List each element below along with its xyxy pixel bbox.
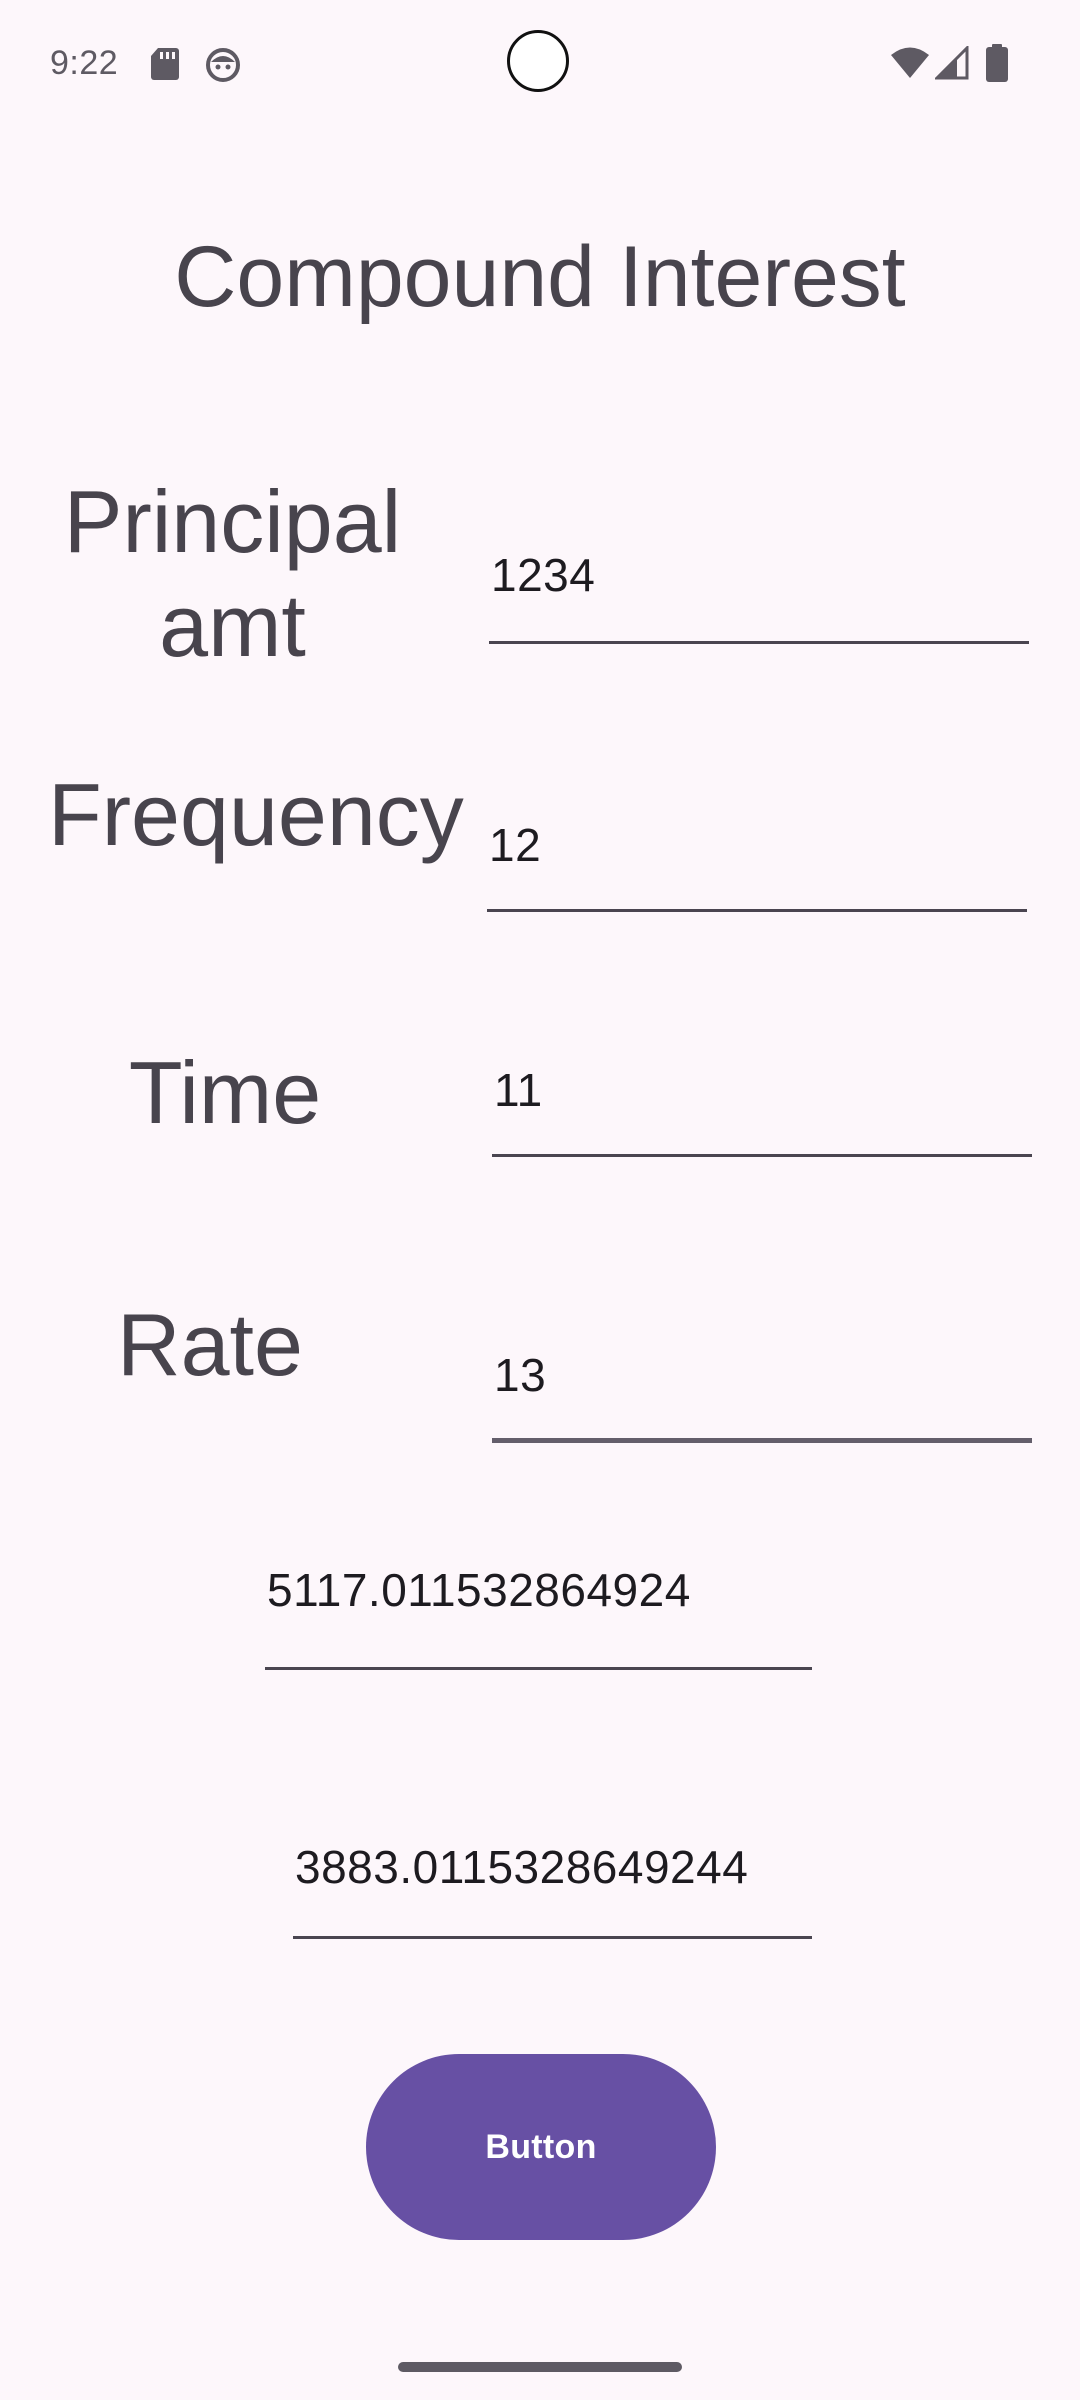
status-time: 9:22	[50, 44, 119, 82]
home-indicator[interactable]	[398, 2362, 682, 2372]
time-label: Time	[128, 1043, 322, 1142]
sd-card-icon	[151, 48, 179, 80]
principal-label: Principal amt	[63, 472, 402, 675]
principal-input[interactable]: 1234	[489, 530, 1029, 644]
interest-value: 3883.0115328649244	[295, 1841, 749, 1893]
rate-value: 13	[494, 1349, 547, 1401]
interest-field[interactable]: 3883.0115328649244	[293, 1830, 812, 1939]
frequency-input[interactable]: 12	[487, 800, 1027, 912]
status-bar: 9:22	[0, 0, 1080, 130]
page-title: Compound Interest	[174, 229, 906, 325]
wifi-icon	[891, 47, 929, 78]
rate-input[interactable]: 13	[492, 1330, 1032, 1443]
frequency-value: 12	[489, 819, 542, 871]
calculate-button[interactable]: Button	[366, 2054, 716, 2240]
cellular-signal-icon	[935, 46, 969, 80]
assistant-face-icon	[206, 48, 240, 82]
total-amount-field[interactable]: 5117.011532864924	[265, 1553, 812, 1670]
principal-value: 1234	[491, 549, 596, 601]
rate-label: Rate	[117, 1295, 303, 1394]
total-amount-value: 5117.011532864924	[267, 1564, 691, 1616]
front-camera	[507, 30, 569, 92]
time-value: 11	[494, 1064, 543, 1116]
frequency-label: Frequency	[48, 765, 464, 864]
time-input[interactable]: 11	[492, 1045, 1032, 1157]
battery-icon	[986, 44, 1008, 82]
